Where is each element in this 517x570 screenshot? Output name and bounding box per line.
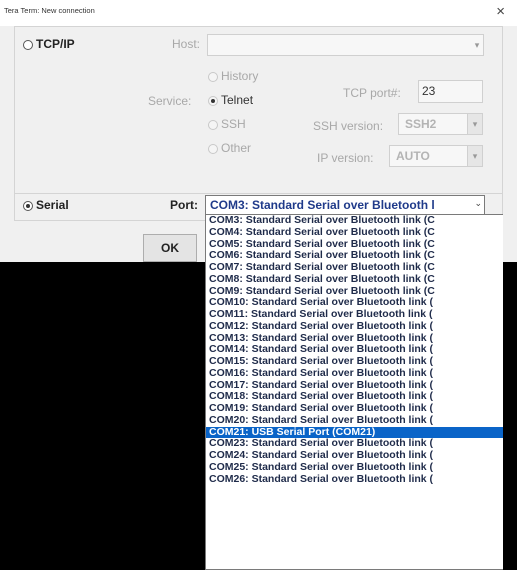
tcpip-radio[interactable] [23,40,33,50]
port-select-value: COM3: Standard Serial over Bluetooth l [210,198,435,212]
port-option[interactable]: COM26: Standard Serial over Bluetooth li… [206,474,503,486]
port-option[interactable]: COM13: Standard Serial over Bluetooth li… [206,333,503,345]
service-history-label: History [221,69,259,83]
port-option[interactable]: COM19: Standard Serial over Bluetooth li… [206,403,503,415]
service-history-radio[interactable] [208,72,218,82]
port-option[interactable]: COM7: Standard Serial over Bluetooth lin… [206,262,503,274]
port-option[interactable]: COM17: Standard Serial over Bluetooth li… [206,380,503,392]
port-option[interactable]: COM16: Standard Serial over Bluetooth li… [206,368,503,380]
chevron-down-icon: ▾ [471,35,483,55]
port-option[interactable]: COM4: Standard Serial over Bluetooth lin… [206,227,503,239]
ip-version-select[interactable]: AUTO ▾ [389,145,483,167]
port-option[interactable]: COM15: Standard Serial over Bluetooth li… [206,356,503,368]
service-label: Service: [148,94,192,108]
ssh-version-value: SSH2 [405,117,437,131]
port-option[interactable]: COM11: Standard Serial over Bluetooth li… [206,309,503,321]
port-option[interactable]: COM10: Standard Serial over Bluetooth li… [206,297,503,309]
ssh-version-select[interactable]: SSH2 ▾ [398,113,483,135]
port-option[interactable]: COM6: Standard Serial over Bluetooth lin… [206,250,503,262]
port-label: Port: [170,198,198,212]
port-dropdown-list[interactable]: COM3: Standard Serial over Bluetooth lin… [205,214,503,570]
window-title: Tera Term: New connection [4,6,95,15]
port-option[interactable]: COM20: Standard Serial over Bluetooth li… [206,415,503,427]
port-option[interactable]: COM25: Standard Serial over Bluetooth li… [206,462,503,474]
port-option[interactable]: COM24: Standard Serial over Bluetooth li… [206,450,503,462]
port-option[interactable]: COM23: Standard Serial over Bluetooth li… [206,438,503,450]
service-ssh-label: SSH [221,117,246,131]
port-option[interactable]: COM21: USB Serial Port (COM21) [206,426,503,439]
host-combobox[interactable]: ▾ [207,34,484,56]
chevron-down-icon: ▾ [467,146,482,166]
chevron-down-icon: ▾ [467,114,482,134]
tcp-port-field[interactable]: 23 [418,80,483,103]
port-option[interactable]: COM18: Standard Serial over Bluetooth li… [206,391,503,403]
close-button[interactable]: × [496,4,505,20]
serial-label: Serial [36,198,69,212]
port-option[interactable]: COM8: Standard Serial over Bluetooth lin… [206,274,503,286]
chevron-down-icon: ⌄ [474,198,482,208]
host-label: Host: [172,37,201,51]
port-option[interactable]: COM14: Standard Serial over Bluetooth li… [206,344,503,356]
ip-version-label: IP version: [317,151,374,165]
tcp-port-label: TCP port#: [343,86,401,100]
port-option[interactable]: COM9: Standard Serial over Bluetooth lin… [206,286,503,298]
service-other-radio[interactable] [208,144,218,154]
port-option[interactable]: COM12: Standard Serial over Bluetooth li… [206,321,503,333]
service-other-label: Other [221,141,252,155]
port-option[interactable]: COM5: Standard Serial over Bluetooth lin… [206,239,503,251]
ip-version-value: AUTO [396,149,430,163]
service-telnet-radio[interactable] [208,96,218,106]
ok-button[interactable]: OK [143,234,197,262]
ssh-version-label: SSH version: [313,119,384,133]
port-option[interactable]: COM3: Standard Serial over Bluetooth lin… [206,215,503,227]
tcp-port-value: 23 [422,84,436,98]
service-ssh-radio[interactable] [208,120,218,130]
tcpip-label: TCP/IP [36,37,75,51]
serial-radio[interactable] [23,201,33,211]
title-bar: Tera Term: New connection × [0,0,517,26]
service-telnet-label: Telnet [221,93,254,107]
